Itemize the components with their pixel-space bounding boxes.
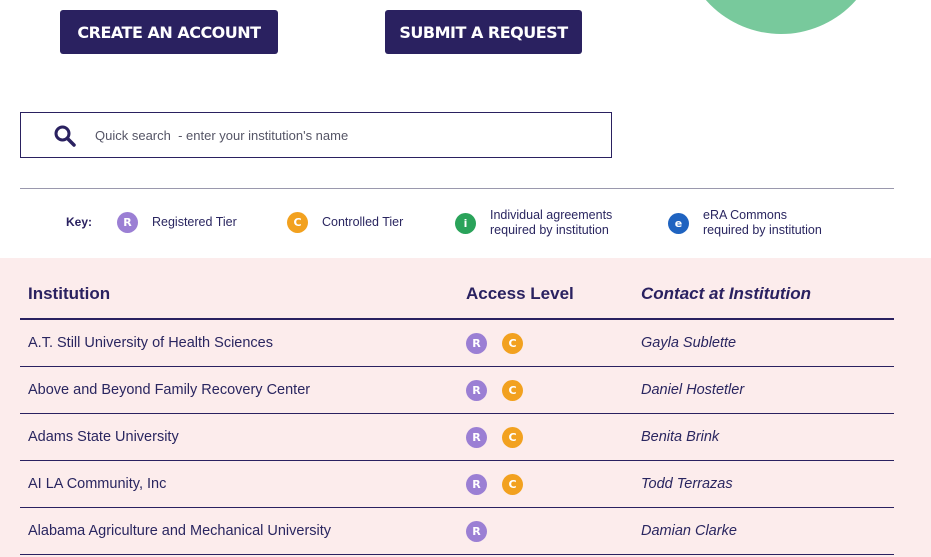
contact-name[interactable]: Daniel Hostetler <box>641 382 744 398</box>
controlled-tier-badge: C <box>502 333 523 354</box>
table-row[interactable]: Adams State University R C Benita Brink <box>20 414 894 461</box>
institution-name: Above and Beyond Family Recovery Center <box>28 382 311 398</box>
decorative-circle <box>681 0 881 34</box>
institution-name: AI LA Community, Inc <box>28 476 167 492</box>
column-header-access-level[interactable]: Access Level <box>466 284 574 304</box>
key-label: Key: <box>66 215 93 229</box>
institutions-table: Institution Access Level Contact at Inst… <box>0 258 931 557</box>
registered-tier-badge: R <box>466 380 487 401</box>
institution-name: Adams State University <box>28 429 179 445</box>
registered-tier-badge: R <box>466 427 487 448</box>
access-level: R C <box>466 333 523 354</box>
controlled-tier-badge: C <box>287 212 308 233</box>
controlled-tier-badge: C <box>502 380 523 401</box>
registered-tier-badge: R <box>466 521 487 542</box>
registered-tier-badge: R <box>117 212 138 233</box>
table-row[interactable]: Alabama Agriculture and Mechanical Unive… <box>20 508 894 555</box>
controlled-tier-badge: C <box>502 474 523 495</box>
table-row[interactable]: Above and Beyond Family Recovery Center … <box>20 367 894 414</box>
key-item-registered: R Registered Tier <box>117 212 237 233</box>
key-item-label: eRA Commons required by institution <box>703 208 822 237</box>
access-level: R C <box>466 427 523 448</box>
access-level: R C <box>466 474 523 495</box>
era-commons-badge: e <box>668 212 689 234</box>
key-item-label: Individual agreements required by instit… <box>490 208 613 237</box>
submit-request-button[interactable]: SUBMIT A REQUEST <box>385 10 582 54</box>
controlled-tier-badge: C <box>502 427 523 448</box>
key-item-era-commons: e eRA Commons required by institution <box>668 208 822 238</box>
individual-agreements-badge: i <box>455 212 476 234</box>
access-level: R <box>466 521 487 542</box>
contact-name[interactable]: Damian Clarke <box>641 523 737 539</box>
key-item-individual-agreements: i Individual agreements required by inst… <box>455 208 612 238</box>
search-box[interactable] <box>20 112 612 158</box>
registered-tier-badge: R <box>466 333 487 354</box>
table-row[interactable]: AI LA Community, Inc R C Todd Terrazas <box>20 461 894 508</box>
contact-name[interactable]: Benita Brink <box>641 429 719 445</box>
search-input[interactable] <box>95 122 595 148</box>
key-item-controlled: C Controlled Tier <box>287 212 403 233</box>
table-row[interactable]: A.T. Still University of Health Sciences… <box>20 320 894 367</box>
divider <box>20 188 894 189</box>
column-header-contact[interactable]: Contact at Institution <box>641 284 811 304</box>
institution-name: Alabama Agriculture and Mechanical Unive… <box>28 523 332 539</box>
access-level: R C <box>466 380 523 401</box>
create-account-button[interactable]: CREATE AN ACCOUNT <box>60 10 278 54</box>
contact-name[interactable]: Gayla Sublette <box>641 335 736 351</box>
registered-tier-badge: R <box>466 474 487 495</box>
column-header-institution[interactable]: Institution <box>28 284 110 304</box>
key-item-label: Registered Tier <box>152 215 237 229</box>
key-item-label: Controlled Tier <box>322 215 404 229</box>
search-icon[interactable] <box>53 124 77 148</box>
contact-name[interactable]: Todd Terrazas <box>641 476 733 492</box>
institution-name: A.T. Still University of Health Sciences <box>28 335 273 351</box>
